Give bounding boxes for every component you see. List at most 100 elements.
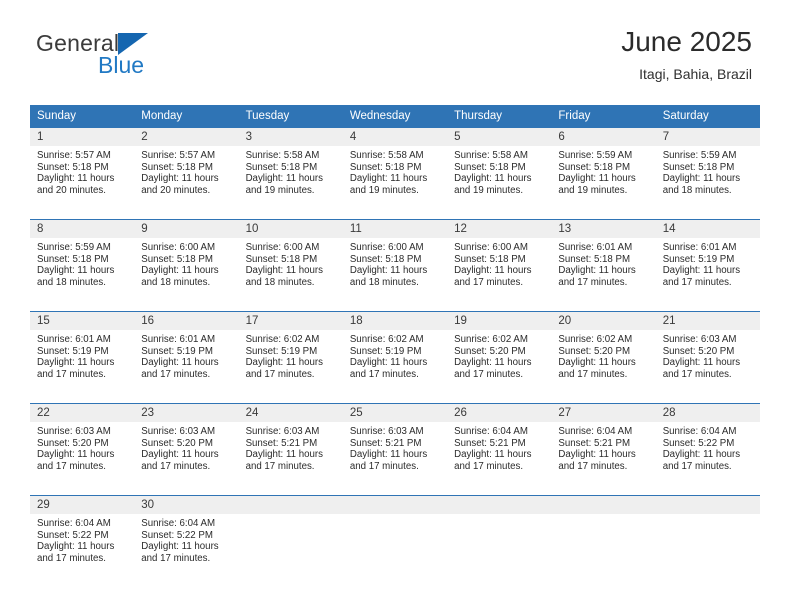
sunset-text: Sunset: 5:18 PM bbox=[454, 161, 526, 173]
calendar-day-cell[interactable]: 14 Sunrise: 6:01 AM Sunset: 5:19 PM Dayligh… bbox=[655, 219, 760, 312]
sunrise-text: Sunrise: 6:00 AM bbox=[245, 242, 320, 253]
daylight-text: Daylight: 11 hours and 17 minutes. bbox=[141, 357, 219, 381]
calendar-head: Sunday Monday Tuesday Wednesday Thursday… bbox=[30, 105, 760, 128]
sunset-text: Sunset: 5:19 PM bbox=[349, 345, 422, 357]
daylight-text: Daylight: 11 hours and 17 minutes. bbox=[558, 357, 636, 381]
day-number bbox=[238, 496, 343, 514]
calendar-day-cell[interactable]: 9 Sunrise: 6:00 AM Sunset: 5:18 PM Daylight… bbox=[134, 219, 239, 312]
sunset-text: Sunset: 5:18 PM bbox=[454, 253, 526, 265]
day-details: Sunrise: 6:03 AM Sunset: 5:20 PM Daylight:… bbox=[134, 422, 238, 473]
sunset-text: Sunset: 5:19 PM bbox=[245, 345, 318, 357]
day-details: Sunrise: 6:02 AM Sunset: 5:19 PM Daylight:… bbox=[239, 330, 343, 381]
day-number: 14 bbox=[655, 220, 760, 238]
day-number: 12 bbox=[447, 220, 552, 238]
sunset-text: Sunset: 5:18 PM bbox=[141, 253, 213, 265]
calendar-day-cell[interactable]: 18 Sunrise: 6:02 AM Sunset: 5:19 PM Dayligh… bbox=[342, 311, 448, 404]
daylight-text: Daylight: 11 hours and 17 minutes. bbox=[245, 357, 323, 381]
sunset-text: Sunset: 5:18 PM bbox=[245, 161, 318, 173]
calendar-empty-cell bbox=[238, 495, 343, 588]
calendar-day-cell[interactable]: 12 Sunrise: 6:00 AM Sunset: 5:18 PM Dayligh… bbox=[447, 219, 552, 312]
calendar-empty-cell bbox=[655, 495, 760, 588]
day-details: Sunrise: 6:00 AM Sunset: 5:18 PM Daylight:… bbox=[134, 238, 238, 289]
day-number: 4 bbox=[342, 128, 448, 146]
calendar-day-cell[interactable]: 26 Sunrise: 6:04 AM Sunset: 5:21 PM Dayligh… bbox=[447, 403, 552, 496]
calendar-day-cell[interactable]: 13 Sunrise: 6:01 AM Sunset: 5:18 PM Dayligh… bbox=[551, 219, 656, 312]
day-details: Sunrise: 6:01 AM Sunset: 5:19 PM Daylight:… bbox=[134, 330, 238, 381]
day-number: 16 bbox=[134, 312, 239, 330]
sunrise-text: Sunrise: 6:02 AM bbox=[349, 334, 424, 345]
day-number: 7 bbox=[655, 128, 760, 146]
day-number: 29 bbox=[30, 496, 135, 514]
day-number: 5 bbox=[447, 128, 552, 146]
calendar-day-cell[interactable]: 5 Sunrise: 5:58 AM Sunset: 5:18 PM Daylight… bbox=[447, 127, 552, 220]
daylight-text: Daylight: 11 hours and 18 minutes. bbox=[349, 265, 428, 289]
calendar-day-cell[interactable]: 1 Sunrise: 5:57 AM Sunset: 5:18 PM Daylight… bbox=[30, 127, 135, 220]
day-number bbox=[551, 496, 656, 514]
daylight-text: Daylight: 11 hours and 17 minutes. bbox=[141, 541, 219, 565]
calendar-week-row: 1 Sunrise: 5:57 AM Sunset: 5:18 PM Daylight… bbox=[30, 127, 760, 220]
weekday-header-sunday: Sunday bbox=[30, 105, 135, 128]
sunset-text: Sunset: 5:21 PM bbox=[454, 437, 526, 449]
sunrise-text: Sunrise: 6:02 AM bbox=[454, 334, 528, 345]
calendar-week-row: 22 Sunrise: 6:03 AM Sunset: 5:20 PM Dayligh… bbox=[30, 403, 760, 496]
calendar-week-row: 8 Sunrise: 5:59 AM Sunset: 5:18 PM Daylight… bbox=[30, 219, 760, 312]
sunset-text: Sunset: 5:18 PM bbox=[662, 161, 735, 173]
calendar-day-cell[interactable]: 15 Sunrise: 6:01 AM Sunset: 5:19 PM Dayligh… bbox=[30, 311, 135, 404]
sunrise-text: Sunrise: 6:04 AM bbox=[141, 518, 216, 529]
sunrise-text: Sunrise: 6:04 AM bbox=[454, 426, 528, 437]
calendar-day-cell[interactable]: 28 Sunrise: 6:04 AM Sunset: 5:22 PM Dayligh… bbox=[655, 403, 760, 496]
sunrise-text: Sunrise: 6:00 AM bbox=[141, 242, 216, 253]
calendar-day-cell[interactable]: 6 Sunrise: 5:59 AM Sunset: 5:18 PM Daylight… bbox=[551, 127, 656, 220]
calendar-day-cell[interactable]: 24 Sunrise: 6:03 AM Sunset: 5:21 PM Dayligh… bbox=[238, 403, 343, 496]
sunrise-text: Sunrise: 5:58 AM bbox=[454, 150, 528, 161]
daylight-text: Daylight: 11 hours and 18 minutes. bbox=[245, 265, 323, 289]
calendar-day-cell[interactable]: 25 Sunrise: 6:03 AM Sunset: 5:21 PM Dayligh… bbox=[342, 403, 448, 496]
day-number: 21 bbox=[655, 312, 760, 330]
brand-logo[interactable]: General Blue bbox=[36, 32, 236, 82]
calendar-day-cell[interactable]: 17 Sunrise: 6:02 AM Sunset: 5:19 PM Dayligh… bbox=[238, 311, 343, 404]
day-details: Sunrise: 6:00 AM Sunset: 5:18 PM Daylight:… bbox=[239, 238, 343, 289]
day-details: Sunrise: 6:03 AM Sunset: 5:20 PM Daylight:… bbox=[656, 330, 760, 381]
sunset-text: Sunset: 5:18 PM bbox=[37, 161, 109, 173]
day-details: Sunrise: 6:04 AM Sunset: 5:21 PM Daylight:… bbox=[551, 422, 655, 473]
sunset-text: Sunset: 5:22 PM bbox=[37, 529, 109, 541]
day-number: 1 bbox=[30, 128, 135, 146]
calendar-day-cell[interactable]: 7 Sunrise: 5:59 AM Sunset: 5:18 PM Daylight… bbox=[655, 127, 760, 220]
calendar-day-cell[interactable]: 29 Sunrise: 6:04 AM Sunset: 5:22 PM Dayligh… bbox=[30, 495, 135, 588]
calendar-day-cell[interactable]: 3 Sunrise: 5:58 AM Sunset: 5:18 PM Daylight… bbox=[238, 127, 343, 220]
day-number: 6 bbox=[551, 128, 656, 146]
daylight-text: Daylight: 11 hours and 17 minutes. bbox=[245, 449, 323, 473]
calendar-table: Sunday Monday Tuesday Wednesday Thursday… bbox=[30, 105, 760, 588]
calendar-day-cell[interactable]: 16 Sunrise: 6:01 AM Sunset: 5:19 PM Dayligh… bbox=[134, 311, 239, 404]
sunrise-text: Sunrise: 6:04 AM bbox=[37, 518, 111, 529]
day-number: 23 bbox=[134, 404, 239, 422]
daylight-text: Daylight: 11 hours and 17 minutes. bbox=[662, 265, 741, 289]
calendar-day-cell[interactable]: 4 Sunrise: 5:58 AM Sunset: 5:18 PM Daylight… bbox=[342, 127, 448, 220]
sunset-text: Sunset: 5:18 PM bbox=[558, 253, 631, 265]
calendar-day-cell[interactable]: 11 Sunrise: 6:00 AM Sunset: 5:18 PM Dayligh… bbox=[342, 219, 448, 312]
calendar-day-cell[interactable]: 30 Sunrise: 6:04 AM Sunset: 5:22 PM Dayligh… bbox=[134, 495, 239, 588]
calendar-day-cell[interactable]: 22 Sunrise: 6:03 AM Sunset: 5:20 PM Dayligh… bbox=[30, 403, 135, 496]
day-details: Sunrise: 6:04 AM Sunset: 5:22 PM Daylight:… bbox=[134, 514, 238, 565]
calendar-day-cell[interactable]: 27 Sunrise: 6:04 AM Sunset: 5:21 PM Dayligh… bbox=[551, 403, 656, 496]
sunrise-text: Sunrise: 5:58 AM bbox=[349, 150, 424, 161]
calendar-day-cell[interactable]: 21 Sunrise: 6:03 AM Sunset: 5:20 PM Dayligh… bbox=[655, 311, 760, 404]
calendar-day-cell[interactable]: 23 Sunrise: 6:03 AM Sunset: 5:20 PM Dayligh… bbox=[134, 403, 239, 496]
day-details: Sunrise: 5:58 AM Sunset: 5:18 PM Daylight:… bbox=[239, 146, 343, 197]
sunrise-text: Sunrise: 5:59 AM bbox=[37, 242, 111, 253]
calendar-day-cell[interactable]: 2 Sunrise: 5:57 AM Sunset: 5:18 PM Daylight… bbox=[134, 127, 239, 220]
sunrise-text: Sunrise: 6:03 AM bbox=[37, 426, 111, 437]
day-number: 24 bbox=[238, 404, 343, 422]
calendar-empty-cell bbox=[551, 495, 656, 588]
calendar-day-cell[interactable]: 10 Sunrise: 6:00 AM Sunset: 5:18 PM Dayligh… bbox=[238, 219, 343, 312]
day-number: 8 bbox=[30, 220, 135, 238]
calendar-day-cell[interactable]: 20 Sunrise: 6:02 AM Sunset: 5:20 PM Dayligh… bbox=[551, 311, 656, 404]
day-number: 30 bbox=[134, 496, 239, 514]
day-details: Sunrise: 5:59 AM Sunset: 5:18 PM Daylight:… bbox=[656, 146, 760, 197]
daylight-text: Daylight: 11 hours and 17 minutes. bbox=[662, 357, 741, 381]
calendar-day-cell[interactable]: 19 Sunrise: 6:02 AM Sunset: 5:20 PM Dayligh… bbox=[447, 311, 552, 404]
calendar-day-cell[interactable]: 8 Sunrise: 5:59 AM Sunset: 5:18 PM Daylight… bbox=[30, 219, 135, 312]
day-details: Sunrise: 6:02 AM Sunset: 5:20 PM Daylight:… bbox=[447, 330, 551, 381]
day-number: 25 bbox=[342, 404, 448, 422]
sunrise-text: Sunrise: 5:58 AM bbox=[245, 150, 320, 161]
